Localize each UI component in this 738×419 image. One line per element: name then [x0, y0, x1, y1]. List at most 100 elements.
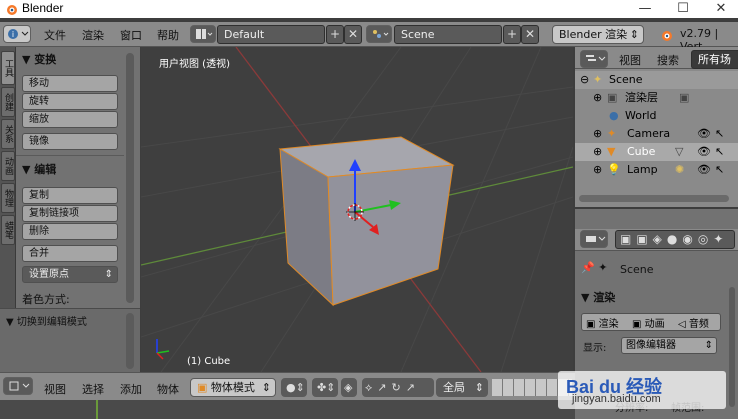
- duplicate-linked-button[interactable]: 复制链接项: [22, 205, 118, 222]
- display-label: 显示:: [583, 343, 607, 354]
- expand-icon[interactable]: ⊕: [593, 89, 602, 107]
- viewport-editor-type-button[interactable]: [3, 377, 33, 395]
- viewport-menu-select[interactable]: 选择: [82, 381, 104, 397]
- outliner-row-cube[interactable]: ⊕ ▼ Cube ▽ 👁 ↖: [575, 143, 738, 161]
- display-dropdown[interactable]: 图像编辑器 ⇕: [621, 337, 717, 354]
- scene-field[interactable]: Scene: [394, 25, 502, 44]
- outliner-row-lamp[interactable]: ⊕ 💡 Lamp ✺ 👁 ↖: [575, 161, 738, 179]
- render-audio-label: 音频: [688, 319, 709, 330]
- properties-scrollbar[interactable]: [729, 287, 735, 407]
- dropdown-arrow-icon: ⇕: [629, 28, 639, 41]
- select-arrow-icon[interactable]: ↖: [715, 161, 724, 179]
- scale-button[interactable]: 缩放: [22, 111, 118, 128]
- operator-scrollbar[interactable]: [126, 313, 134, 369]
- properties-editor-type-button[interactable]: [580, 230, 608, 248]
- select-arrow-icon[interactable]: ↖: [715, 125, 724, 143]
- expand-icon[interactable]: ⊕: [593, 161, 602, 179]
- outliner-row-camera[interactable]: ⊕ ✦ Camera 👁 ↖: [575, 125, 738, 143]
- editor-type-button[interactable]: i: [3, 25, 31, 43]
- toolshelf-scrollbar[interactable]: [126, 53, 134, 303]
- render-panel-header[interactable]: ▼ 渲染: [581, 289, 615, 305]
- manipulator-buttons[interactable]: ⟡↗↻↗: [362, 378, 434, 397]
- viewport-shading-dropdown[interactable]: ●⇕: [281, 378, 307, 397]
- operator-panel-header[interactable]: ▼ 切换到编辑模式: [6, 313, 87, 328]
- visibility-eye-icon[interactable]: 👁: [697, 161, 711, 179]
- outliner-editor-type-button[interactable]: [580, 50, 608, 68]
- mode-label: 物体模式: [210, 381, 255, 394]
- set-origin-dropdown[interactable]: 设置原点 ⇕: [22, 266, 118, 283]
- tab-grease-pencil[interactable]: 蜡笔: [1, 215, 15, 245]
- visibility-eye-icon[interactable]: 👁: [697, 143, 711, 161]
- transform-panel-header[interactable]: ▼ 变换: [22, 51, 56, 67]
- menu-file[interactable]: 文件: [44, 27, 66, 43]
- render-audio-button[interactable]: ◁ 音频: [678, 315, 709, 330]
- expand-icon[interactable]: ⊕: [593, 125, 602, 143]
- menu-window[interactable]: 窗口: [120, 27, 142, 43]
- delete-scene-button[interactable]: ✕: [521, 25, 539, 44]
- pivot-point-dropdown[interactable]: ✤⇕: [312, 378, 338, 397]
- outliner-item-label: Camera: [627, 127, 671, 140]
- mirror-button[interactable]: 镜像: [22, 133, 118, 150]
- title-bar: Blender — ☐ ✕: [0, 0, 738, 18]
- properties-context-label: Scene: [620, 263, 654, 276]
- tab-physics[interactable]: 物理: [1, 183, 15, 213]
- viewport-menu-add[interactable]: 添加: [120, 381, 142, 397]
- rotate-button[interactable]: 旋转: [22, 93, 118, 110]
- screen-layout-icon[interactable]: [190, 25, 216, 43]
- scene-icon[interactable]: [366, 25, 392, 43]
- viewport-menu-object[interactable]: 物体: [157, 381, 179, 397]
- outliner-row-world[interactable]: ● World: [575, 107, 738, 125]
- delete-screen-button[interactable]: ✕: [344, 25, 362, 44]
- select-visible-button[interactable]: ◈: [341, 378, 357, 397]
- minimize-button[interactable]: —: [630, 0, 660, 18]
- tab-relations[interactable]: 关系: [1, 119, 15, 149]
- duplicate-button[interactable]: 复制: [22, 187, 118, 204]
- tab-create[interactable]: 创建: [1, 87, 15, 117]
- maximize-button[interactable]: ☐: [668, 0, 698, 18]
- expand-icon[interactable]: ⊕: [593, 143, 602, 161]
- tab-animation[interactable]: 动画: [1, 151, 15, 181]
- collapse-icon[interactable]: ⊖: [580, 71, 589, 89]
- add-scene-button[interactable]: +: [503, 25, 521, 44]
- dropdown-arrow-icon: ⇕: [474, 381, 484, 394]
- select-arrow-icon[interactable]: ↖: [715, 143, 724, 161]
- close-button[interactable]: ✕: [706, 0, 736, 18]
- lamp-data-icon: ✺: [675, 163, 685, 176]
- render-engine-dropdown[interactable]: Blender 渲染 ⇕: [552, 25, 644, 44]
- outliner-item-label: 渲染层: [625, 91, 658, 104]
- window-title: Blender: [22, 1, 64, 15]
- edit-panel-header[interactable]: ▼ 编辑: [22, 161, 56, 177]
- outliner-row-scene[interactable]: ⊖ ✦ Scene: [575, 71, 738, 89]
- mode-dropdown[interactable]: ▣ 物体模式 ⇕: [190, 378, 276, 397]
- visibility-eye-icon[interactable]: 👁: [697, 125, 711, 143]
- render-image-button[interactable]: ▣ 渲染: [586, 315, 619, 330]
- world-icon: ●: [609, 109, 619, 122]
- join-button[interactable]: 合并: [22, 245, 118, 262]
- lamp-icon: 💡: [607, 163, 621, 176]
- blender-logo-icon: [7, 5, 17, 15]
- properties-context-tabs[interactable]: ▣▣◈●◉◎✦: [615, 230, 735, 249]
- render-layer-toggle-icon[interactable]: ▣: [679, 89, 689, 107]
- delete-button[interactable]: 删除: [22, 223, 118, 240]
- render-animation-button[interactable]: ▣ 动画: [632, 315, 665, 330]
- display-mode-dropdown[interactable]: 所有场景: [691, 50, 738, 83]
- outliner-row-render-layers[interactable]: ⊕ ▣ 渲染层 ▣: [575, 89, 738, 107]
- dropdown-arrow-icon: ⇕: [104, 269, 113, 280]
- viewport-menu-view[interactable]: 视图: [44, 381, 66, 397]
- 3d-viewport[interactable]: 用户视图 (透视) (1) Cube: [141, 47, 573, 372]
- add-screen-button[interactable]: +: [326, 25, 344, 44]
- outliner-header: 视图 搜索 所有场景: [575, 47, 738, 83]
- outliner-menu-search[interactable]: 搜索: [657, 52, 679, 68]
- outliner-menu-view[interactable]: 视图: [619, 52, 641, 68]
- menu-render[interactable]: 渲染: [82, 27, 104, 43]
- dropdown-arrow-icon: ⇕: [704, 340, 713, 351]
- translate-button[interactable]: 移动: [22, 75, 118, 92]
- outliner: 视图 搜索 所有场景 ⊖ ✦ Scene ⊕ ▣ 渲染层 ▣ ● World ⊕…: [575, 47, 738, 207]
- scene-pin-icon[interactable]: 📌 ✦: [581, 261, 607, 274]
- menu-help[interactable]: 帮助: [157, 27, 179, 43]
- outliner-scrollbar[interactable]: [579, 195, 729, 202]
- render-layer-icon: ▣: [607, 91, 618, 104]
- orientation-dropdown[interactable]: 全局 ⇕: [436, 378, 488, 397]
- screen-layout-field[interactable]: Default: [217, 25, 325, 44]
- tab-tools[interactable]: 工具: [1, 51, 15, 85]
